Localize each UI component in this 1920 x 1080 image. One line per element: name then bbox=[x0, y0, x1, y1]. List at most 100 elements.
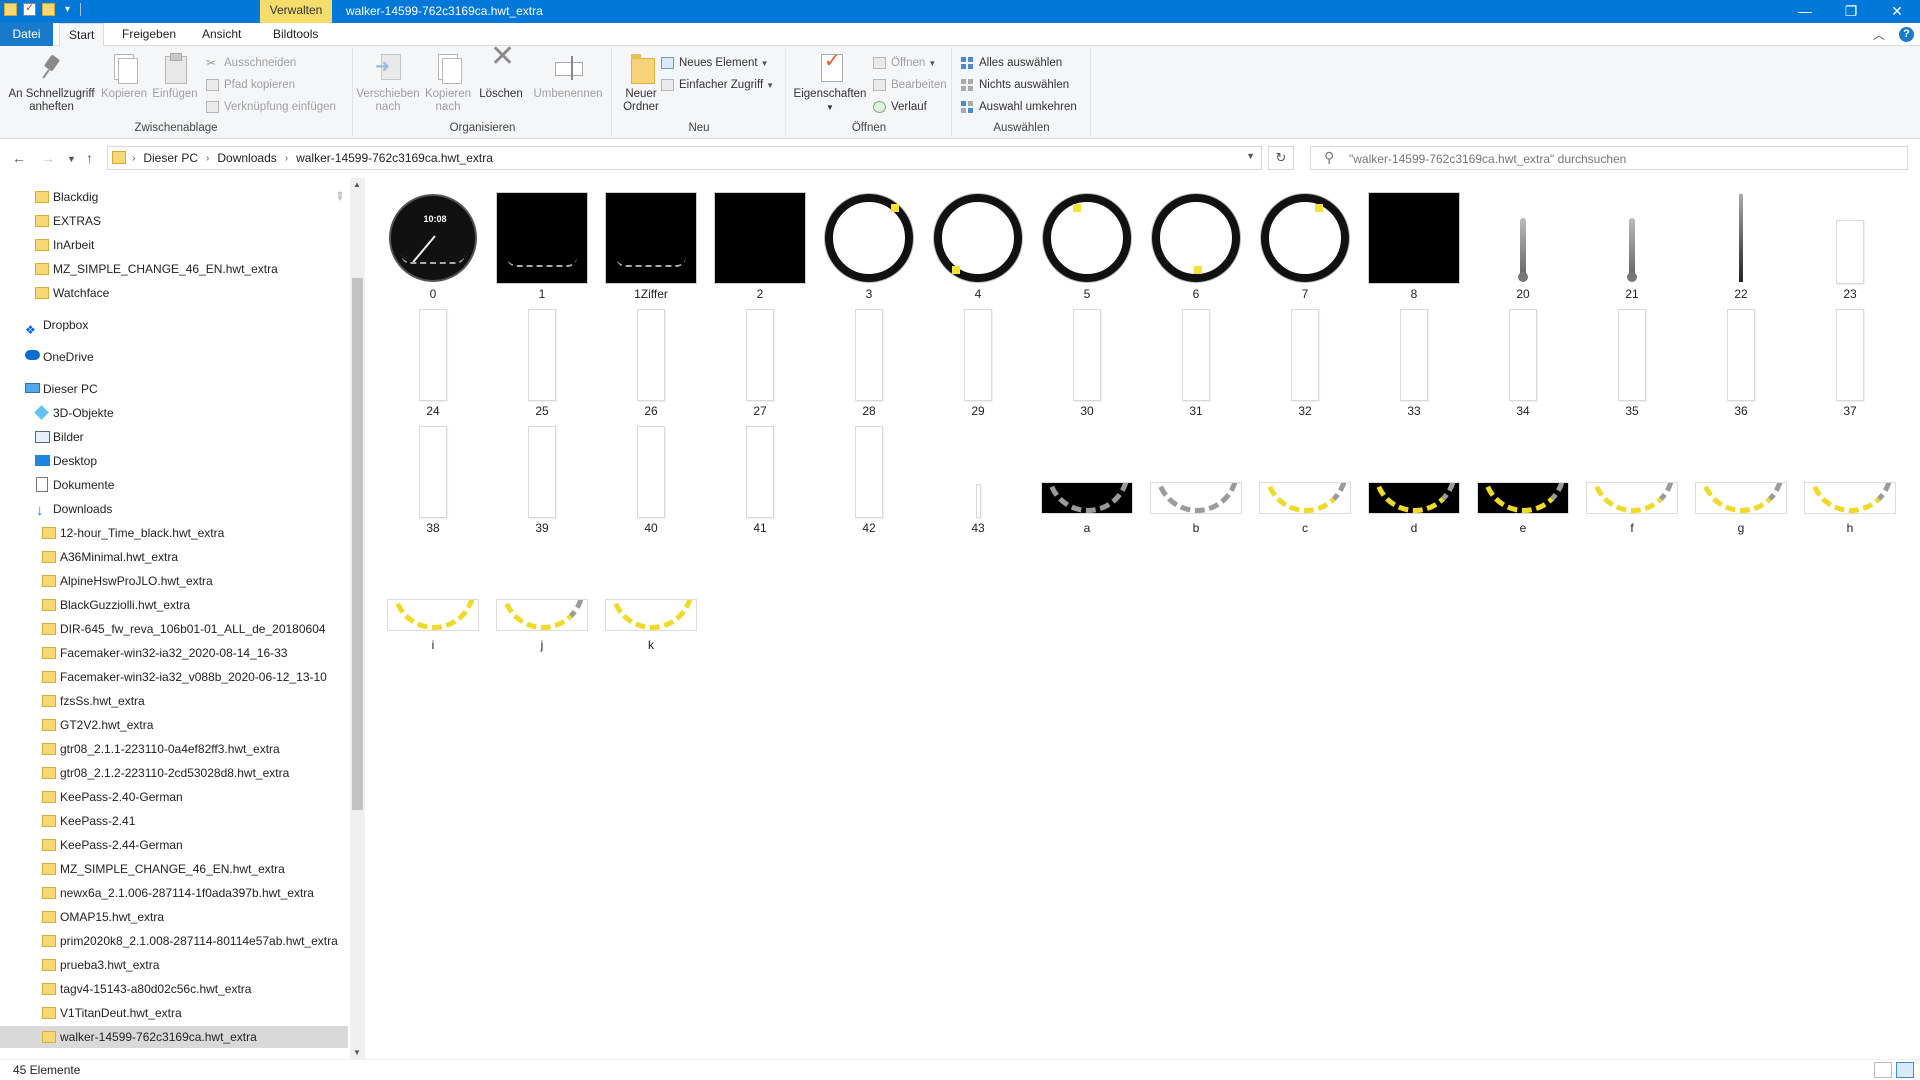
address-bar[interactable]: › Dieser PC › Downloads › walker-14599-7… bbox=[107, 146, 1262, 170]
back-icon[interactable]: ← bbox=[12, 150, 26, 166]
new-item-button[interactable]: Neues Element ▼ bbox=[661, 54, 769, 72]
nav-item[interactable]: tagv4-15143-a80d02c56c.hwt_extra bbox=[42, 978, 342, 1000]
delete-button[interactable]: Löschen bbox=[478, 50, 524, 101]
file-item[interactable]: 34 bbox=[1475, 307, 1571, 418]
up-icon[interactable]: ↑ bbox=[86, 150, 93, 166]
nav-item-3d-objects[interactable]: 3D-Objekte bbox=[34, 402, 335, 424]
nav-item[interactable]: DIR-645_fw_reva_106b01-01_ALL_de_2018060… bbox=[42, 618, 342, 640]
nav-item[interactable]: OMAP15.hwt_extra bbox=[42, 906, 342, 928]
copy-path-button[interactable]: Pfad kopieren bbox=[206, 76, 295, 94]
nav-item[interactable]: KeePass-2.44-German bbox=[42, 834, 342, 856]
file-item[interactable]: 43 bbox=[930, 424, 1026, 535]
minimize-icon[interactable]: — bbox=[1782, 0, 1828, 23]
file-item[interactable]: 4 bbox=[930, 190, 1026, 301]
open-button[interactable]: Öffnen ▼ bbox=[873, 54, 936, 72]
file-item[interactable]: 1Ziffer bbox=[603, 190, 699, 301]
breadcrumb-item[interactable]: walker-14599-762c3169ca.hwt_extra bbox=[296, 151, 493, 165]
refresh-icon[interactable]: ↻ bbox=[1268, 146, 1294, 170]
nav-item[interactable]: KeePass-2.41 bbox=[42, 810, 342, 832]
paste-shortcut-button[interactable]: Verknüpfung einfügen bbox=[206, 98, 336, 116]
nav-scrollbar[interactable]: ▲ ▼ bbox=[350, 178, 365, 1059]
file-item[interactable]: 6 bbox=[1148, 190, 1244, 301]
nav-item[interactable]: EXTRAS bbox=[35, 210, 335, 232]
nav-item[interactable]: Watchface bbox=[35, 282, 335, 304]
invert-selection-button[interactable]: Auswahl umkehren bbox=[961, 98, 1077, 116]
address-dropdown-icon[interactable]: ▼ bbox=[1246, 151, 1255, 161]
file-item[interactable]: d bbox=[1366, 424, 1462, 535]
file-item[interactable]: c bbox=[1257, 424, 1353, 535]
tab-start[interactable]: Start bbox=[59, 23, 105, 47]
folder-icon[interactable] bbox=[4, 3, 17, 16]
file-item[interactable]: 24 bbox=[385, 307, 481, 418]
nav-item[interactable]: walker-14599-762c3169ca.hwt_extra bbox=[0, 1026, 348, 1048]
file-item[interactable]: 41 bbox=[712, 424, 808, 535]
edit-button[interactable]: Bearbeiten bbox=[873, 76, 947, 94]
details-view-icon[interactable] bbox=[1874, 1062, 1892, 1078]
recent-locations-icon[interactable]: ▼ bbox=[67, 154, 76, 164]
file-item[interactable]: 38 bbox=[385, 424, 481, 535]
nav-item[interactable]: AlpineHswProJLO.hwt_extra bbox=[42, 570, 342, 592]
nav-item-documents[interactable]: Dokumente bbox=[35, 474, 335, 496]
chevron-right-icon[interactable]: › bbox=[206, 153, 209, 164]
rename-button[interactable]: Umbenennen bbox=[530, 52, 606, 101]
nav-item[interactable]: MZ_SIMPLE_CHANGE_46_EN.hwt_extra bbox=[42, 858, 342, 880]
file-item[interactable]: 22 bbox=[1693, 190, 1789, 301]
nav-item-dropbox[interactable]: ❖ Dropbox bbox=[25, 314, 335, 337]
file-item[interactable]: 28 bbox=[821, 307, 917, 418]
file-item[interactable]: 10:08 0 bbox=[385, 190, 481, 301]
nav-item[interactable]: MZ_SIMPLE_CHANGE_46_EN.hwt_extra bbox=[35, 258, 335, 280]
move-to-button[interactable]: Verschieben nach bbox=[356, 52, 420, 114]
scrollbar-thumb[interactable] bbox=[352, 278, 363, 810]
nav-item[interactable]: prim2020k8_2.1.008-287114-80114e57ab.hwt… bbox=[42, 930, 342, 952]
file-item[interactable]: 30 bbox=[1039, 307, 1135, 418]
help-icon[interactable]: ? bbox=[1899, 27, 1914, 42]
file-item[interactable]: 3 bbox=[821, 190, 917, 301]
file-item[interactable]: 32 bbox=[1257, 307, 1353, 418]
file-item[interactable]: 23 bbox=[1802, 190, 1898, 301]
file-item[interactable]: h bbox=[1802, 424, 1898, 535]
select-none-button[interactable]: Nichts auswählen bbox=[961, 76, 1069, 94]
chevron-down-icon[interactable]: ▾ bbox=[61, 3, 74, 16]
paste-button[interactable]: Einfügen bbox=[151, 52, 199, 101]
file-item[interactable]: 7 bbox=[1257, 190, 1353, 301]
file-item[interactable]: j bbox=[494, 541, 590, 652]
file-item[interactable]: 36 bbox=[1693, 307, 1789, 418]
file-item[interactable]: 20 bbox=[1475, 190, 1571, 301]
file-item[interactable]: 8 bbox=[1366, 190, 1462, 301]
large-icons-view-icon[interactable] bbox=[1896, 1062, 1914, 1078]
nav-item[interactable]: InArbeit bbox=[35, 234, 335, 256]
nav-item-onedrive[interactable]: OneDrive bbox=[25, 346, 335, 368]
file-item[interactable]: ● ● 1 bbox=[494, 190, 590, 301]
file-item[interactable]: i bbox=[385, 541, 481, 652]
search-box[interactable]: ⚲ bbox=[1310, 146, 1908, 170]
nav-item-this-pc[interactable]: Dieser PC bbox=[25, 378, 335, 400]
file-item[interactable]: 39 bbox=[494, 424, 590, 535]
new-folder-icon[interactable] bbox=[42, 3, 55, 16]
close-icon[interactable]: ✕ bbox=[1874, 0, 1920, 23]
new-folder-button[interactable]: Neuer Ordner bbox=[617, 52, 665, 114]
nav-item[interactable]: gtr08_2.1.1-223110-0a4ef82ff3.hwt_extra bbox=[42, 738, 342, 760]
tab-freigeben[interactable]: Freigeben bbox=[113, 23, 185, 46]
nav-item[interactable]: Blackdig bbox=[35, 186, 335, 208]
breadcrumb-item[interactable]: Downloads bbox=[217, 151, 276, 165]
file-item[interactable]: 40 bbox=[603, 424, 699, 535]
copy-button[interactable]: Kopieren bbox=[101, 52, 147, 101]
select-all-button[interactable]: Alles auswählen bbox=[961, 54, 1062, 72]
nav-item[interactable]: Facemaker-win32-ia32_v088b_2020-06-12_13… bbox=[42, 666, 342, 688]
nav-item[interactable]: BlackGuzziolli.hwt_extra bbox=[42, 594, 342, 616]
file-item[interactable]: 33 bbox=[1366, 307, 1462, 418]
file-item[interactable]: 31 bbox=[1148, 307, 1244, 418]
nav-item[interactable]: prueba3.hwt_extra bbox=[42, 954, 342, 976]
scroll-down-icon[interactable]: ▼ bbox=[353, 1048, 361, 1057]
collapse-ribbon-icon[interactable]: ︿ bbox=[1873, 26, 1885, 43]
maximize-icon[interactable]: ❐ bbox=[1828, 0, 1874, 23]
nav-item-desktop[interactable]: Desktop bbox=[35, 450, 335, 472]
copy-to-button[interactable]: Kopieren nach bbox=[422, 52, 474, 114]
file-item[interactable]: 26 bbox=[603, 307, 699, 418]
tab-bildtools[interactable]: Bildtools bbox=[264, 23, 327, 46]
file-item[interactable]: 35 bbox=[1584, 307, 1680, 418]
file-item[interactable]: 29 bbox=[930, 307, 1026, 418]
file-item[interactable]: e bbox=[1475, 424, 1571, 535]
nav-item-pictures[interactable]: Bilder bbox=[35, 426, 335, 448]
file-item[interactable]: k bbox=[603, 541, 699, 652]
